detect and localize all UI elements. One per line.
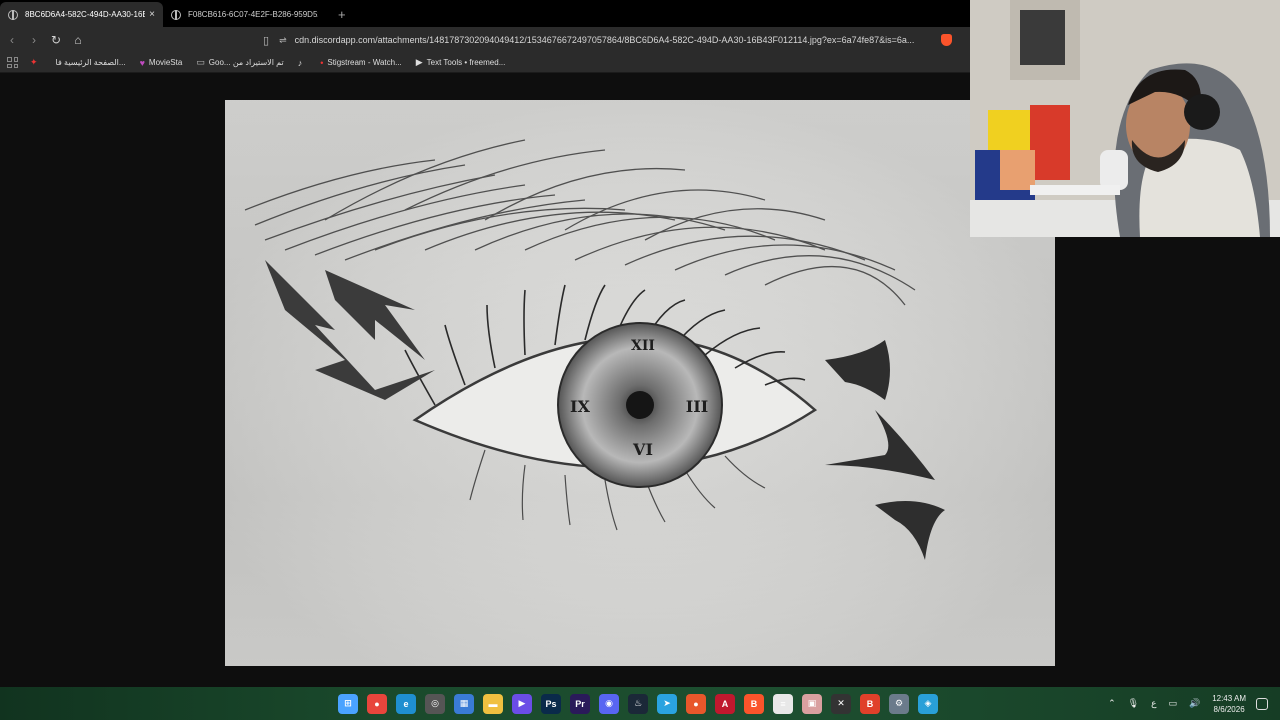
taskbar-apps: ⊞ ● e ◎ ▦ ▬ ▶ Ps Pr ◉ ♨ ➤ ● A B ≡ ▣ ✕ B ⚙ ◈ (338, 687, 938, 720)
brave-beta-icon[interactable]: B (860, 693, 880, 714)
forward-icon[interactable]: › (24, 33, 44, 47)
url-text[interactable]: cdn.discordapp.com/attachments/148178730… (295, 35, 927, 45)
globe-icon (171, 9, 181, 20)
start-icon[interactable]: ⊞ (338, 693, 358, 714)
tiktok-icon: ♪ (297, 57, 303, 68)
telegram-icon[interactable]: ➤ (657, 693, 677, 714)
bookmarks-bar: ✦ الصفحة الرئيسية فا... ♥ MovieSta ▭ Goo… (0, 53, 970, 73)
brave-icon[interactable]: B (744, 693, 764, 714)
edge-icon[interactable]: e (396, 693, 416, 714)
settings-icon[interactable]: ⚙ (889, 693, 909, 714)
bookmark-moviesta[interactable]: ♥ MovieSta (140, 58, 183, 68)
svg-text:VI: VI (632, 440, 653, 459)
globe-icon (8, 9, 18, 20)
steam-icon[interactable]: ♨ (628, 693, 648, 714)
svg-text:IX: IX (570, 397, 590, 416)
media-player-icon[interactable]: ▶ (512, 693, 532, 714)
tab-image-second[interactable]: F08CB616-6C07-4E2F-B286-959D52 (163, 2, 326, 27)
play-icon: ▶ (415, 57, 423, 67)
bookmark-stigstream[interactable]: • Stigstream - Watch... (320, 58, 402, 68)
brave-shields-icon[interactable] (940, 34, 952, 46)
widgets-area[interactable] (0, 687, 30, 720)
clock-time: 12:43 AM (1212, 693, 1246, 703)
close-tab-icon[interactable]: × (149, 9, 155, 20)
tab-title: F08CB616-6C07-4E2F-B286-959D52 (188, 10, 318, 19)
tab-title: 8BC6D6A4-582C-494D-AA30-16B43F012114.jpg (25, 10, 146, 19)
bookmark-folder[interactable]: ▭ Goo... تم الاستيراد من (196, 57, 283, 68)
system-tray: ⌃ 🎙 ع ▭ 🔊 12:43 AM 8/6/2026 (1108, 687, 1280, 720)
capcut-icon[interactable]: ✕ (831, 693, 851, 714)
volume-icon[interactable]: 🔊 (1189, 698, 1200, 709)
webcam-overlay (970, 0, 1280, 237)
home-icon[interactable]: ⌂ (68, 33, 88, 47)
svg-text:XII: XII (631, 338, 655, 354)
microsoft-store-icon[interactable]: ▦ (454, 693, 474, 714)
file-explorer-icon[interactable]: ▬ (483, 693, 503, 714)
address-bar[interactable]: ⇌ cdn.discordapp.com/attachments/1481787… (279, 29, 970, 51)
folder-icon: ▭ (196, 57, 205, 67)
apps-grid-icon[interactable] (7, 57, 18, 68)
photo-app-icon[interactable]: ▣ (802, 693, 822, 714)
vpn-icon[interactable]: ◈ (918, 693, 938, 714)
discord-icon[interactable]: ◉ (599, 693, 619, 714)
eye-drawing-svg: XII III VI IX (225, 100, 1055, 666)
pencil-drawing-image: XII III VI IX (225, 100, 1055, 666)
new-tab-button[interactable]: + (338, 7, 346, 22)
heart-icon: ♥ (139, 57, 145, 68)
bookmark-youtube[interactable]: ✦ الصفحة الرئيسية فا... (30, 57, 126, 68)
reload-icon[interactable]: ↻ (46, 33, 66, 47)
address-toolbar: ‹ › ↻ ⌂ ▯ ⇌ cdn.discordapp.com/attachmen… (0, 27, 970, 53)
stig-icon: • (320, 57, 324, 68)
chrome-icon[interactable]: ● (367, 693, 387, 714)
premiere-icon[interactable]: Pr (570, 693, 590, 714)
bookmark-tiktok[interactable]: ♪ (298, 58, 307, 68)
app-red-icon[interactable]: A (715, 693, 735, 714)
site-info-icon[interactable]: ⇌ (279, 35, 287, 46)
tab-image-active[interactable]: 8BC6D6A4-582C-494D-AA30-16B43F012114.jpg… (0, 2, 163, 27)
youtube-icon: ✦ (30, 57, 38, 67)
notification-icon[interactable] (1256, 697, 1268, 710)
github-desktop-icon[interactable]: ◎ (425, 693, 445, 714)
language-indicator[interactable]: ع (1151, 698, 1156, 709)
bookmark-texttools[interactable]: ▶ Text Tools • freemed... (416, 57, 506, 68)
windows-taskbar: ⊞ ● e ◎ ▦ ▬ ▶ Ps Pr ◉ ♨ ➤ ● A B ≡ ▣ ✕ B ⚙ ◈ ⌃ 🎙 ع ▭ 🔊 12:43 … (0, 687, 1280, 720)
show-hidden-icons[interactable]: ⌃ (1108, 698, 1116, 709)
microphone-icon[interactable]: 🎙 (1128, 698, 1139, 709)
svg-text:III: III (686, 397, 708, 416)
bookmark-icon[interactable]: ▯ (263, 34, 269, 47)
photoshop-icon[interactable]: Ps (541, 693, 561, 714)
clock[interactable]: 12:43 AM 8/6/2026 (1212, 693, 1246, 715)
clock-date: 8/6/2026 (1213, 704, 1245, 714)
tab-strip: 8BC6D6A4-582C-494D-AA30-16B43F012114.jpg… (0, 0, 970, 27)
back-icon[interactable]: ‹ (2, 33, 22, 47)
app-orange-icon[interactable]: ● (686, 693, 706, 714)
notepad-icon[interactable]: ≡ (773, 693, 793, 714)
webcam-feed-svg (970, 0, 1280, 237)
network-icon[interactable]: ▭ (1168, 698, 1177, 709)
